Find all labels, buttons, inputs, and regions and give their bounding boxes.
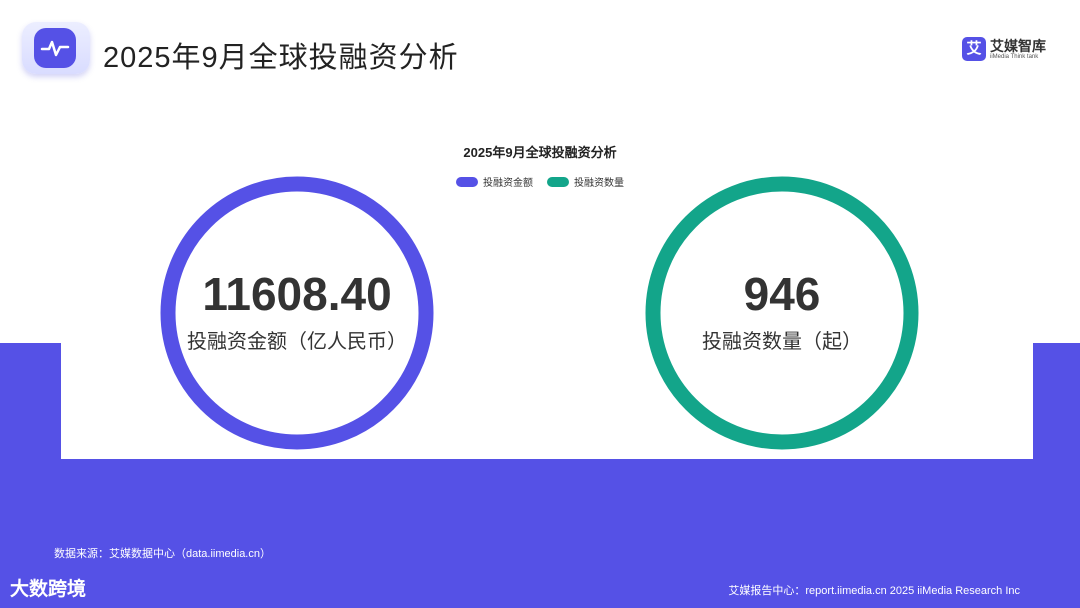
footer-report: 艾媒报告中心：report.iimedia.cn 2025 iiMedia Re… bbox=[728, 585, 1020, 597]
count-value: 946 bbox=[743, 268, 821, 320]
amount-value: 11608.40 bbox=[202, 268, 392, 320]
count-label: 投融资数量（起） bbox=[702, 331, 862, 353]
amount-label: 投融资金额（亿人民币） bbox=[187, 331, 407, 353]
data-source: 数据来源：艾媒数据中心（data.iimedia.cn） bbox=[54, 548, 271, 560]
footer-brand: 大数跨境 bbox=[10, 579, 87, 600]
